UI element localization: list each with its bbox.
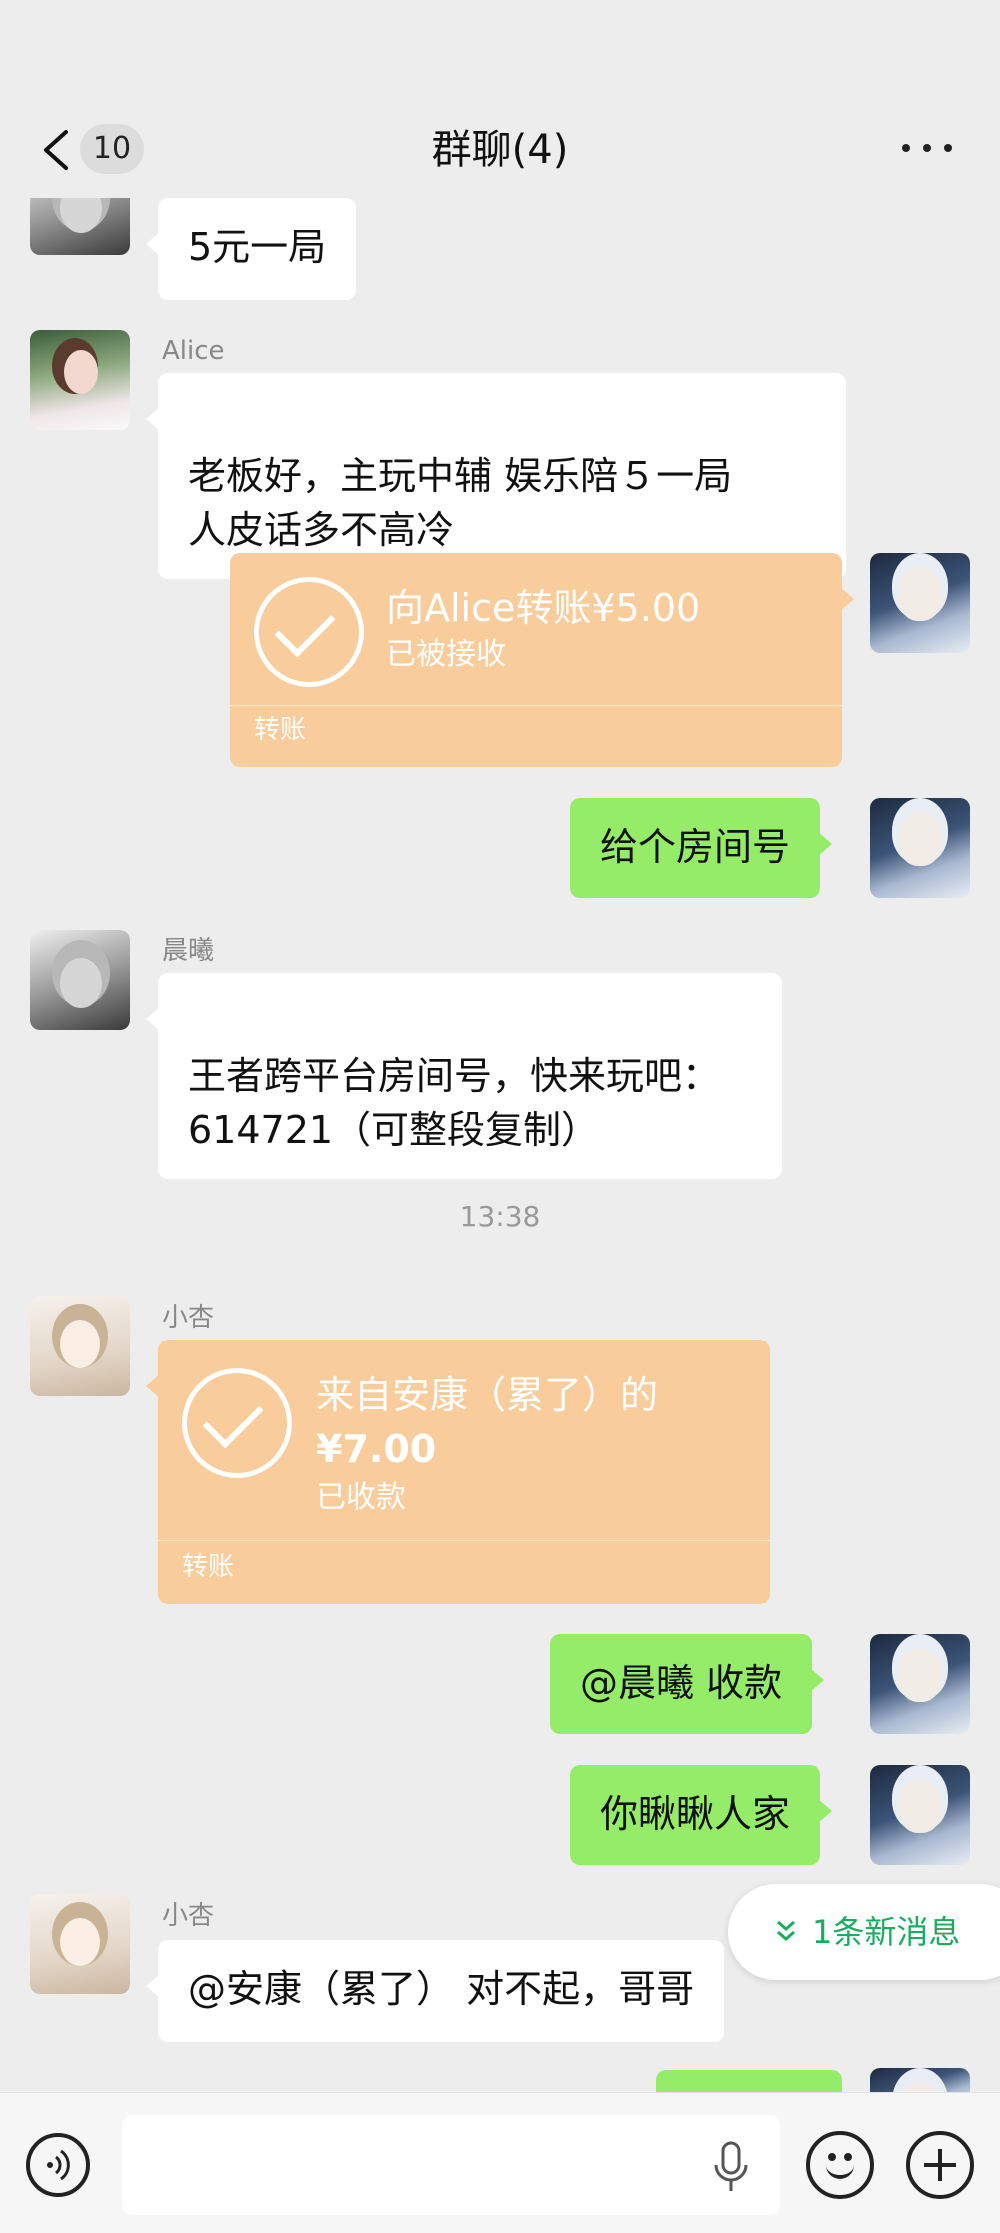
new-message-text: 1条新消息 xyxy=(812,1913,961,1951)
message-text: 5元一局 xyxy=(188,225,327,269)
check-circle-icon xyxy=(182,1368,292,1478)
microphone-icon[interactable] xyxy=(710,2141,752,2193)
message-bubble[interactable]: 5元一局 xyxy=(145,198,357,300)
message-bubble[interactable]: 王者跨平台房间号，快来玩吧： 614721（可整段复制） xyxy=(146,973,782,1179)
message-timestamp: 13:38 xyxy=(459,1200,541,1233)
avatar[interactable] xyxy=(870,1765,970,1865)
divider xyxy=(230,705,842,706)
more-options-icon[interactable] xyxy=(902,138,952,158)
message-bubble[interactable]: 给个房间号 xyxy=(570,798,833,898)
chat-header: 10 群聊(4) xyxy=(0,0,1000,198)
transfer-label: 转账 xyxy=(254,715,307,745)
message-text: 老板好，主玩中辅 娱乐陪５一局 人皮话多不高冷 xyxy=(188,454,733,552)
transfer-status: 已被接收 xyxy=(386,637,506,672)
avatar[interactable] xyxy=(870,1634,970,1734)
transfer-status: 已收款 xyxy=(316,1480,406,1515)
input-toolbar xyxy=(0,2092,1000,2233)
avatar[interactable] xyxy=(870,798,970,898)
chat-title: 群聊(4) xyxy=(431,127,569,173)
plus-icon[interactable] xyxy=(906,2131,974,2199)
avatar[interactable] xyxy=(30,330,130,430)
transfer-amount: ¥7.00 xyxy=(316,1427,437,1471)
message-input[interactable] xyxy=(122,2115,780,2215)
sender-name: 晨曦 xyxy=(162,936,215,966)
message-text: 给个房间号 xyxy=(600,825,791,869)
message-bubble[interactable]: @晨曦 收款 xyxy=(550,1634,825,1734)
avatar[interactable] xyxy=(870,553,970,653)
emoji-icon[interactable] xyxy=(806,2131,874,2199)
voice-mode-icon[interactable] xyxy=(26,2133,90,2197)
transfer-card[interactable]: 向Alice转账¥5.00 已被接收 转账 xyxy=(230,553,854,767)
sender-name: 小杏 xyxy=(162,1901,215,1931)
transfer-title: 来自安康（累了）的 xyxy=(316,1373,659,1417)
sender-name: 小杏 xyxy=(162,1303,215,1333)
avatar[interactable] xyxy=(30,1296,130,1396)
message-bubble[interactable]: 老板好，主玩中辅 娱乐陪５一局 人皮话多不高冷 xyxy=(146,373,846,579)
message-text: 王者跨平台房间号，快来玩吧： 614721（可整段复制） xyxy=(188,1054,721,1152)
message-bubble[interactable]: @安康（累了） 对不起，哥哥 xyxy=(145,1940,725,2042)
transfer-card[interactable]: 来自安康（累了）的 ¥7.00 已收款 转账 xyxy=(146,1340,770,1604)
message-text: 你瞅瞅人家 xyxy=(600,1792,791,1836)
transfer-title: 向Alice转账¥5.00 xyxy=(386,586,701,630)
avatar[interactable] xyxy=(30,930,130,1030)
new-message-pill[interactable]: 1条新消息 xyxy=(728,1884,1000,1980)
avatar[interactable] xyxy=(30,1894,130,1994)
transfer-label: 转账 xyxy=(182,1552,235,1582)
divider xyxy=(158,1540,770,1541)
sender-name: Alice xyxy=(162,336,225,366)
message-text: @安康（累了） 对不起，哥哥 xyxy=(188,1967,695,2011)
message-text: @晨曦 收款 xyxy=(580,1661,783,1705)
double-chevron-down-icon xyxy=(777,1920,795,1941)
message-bubble[interactable]: 你瞅瞅人家 xyxy=(570,1765,833,1865)
check-circle-icon xyxy=(254,577,364,687)
